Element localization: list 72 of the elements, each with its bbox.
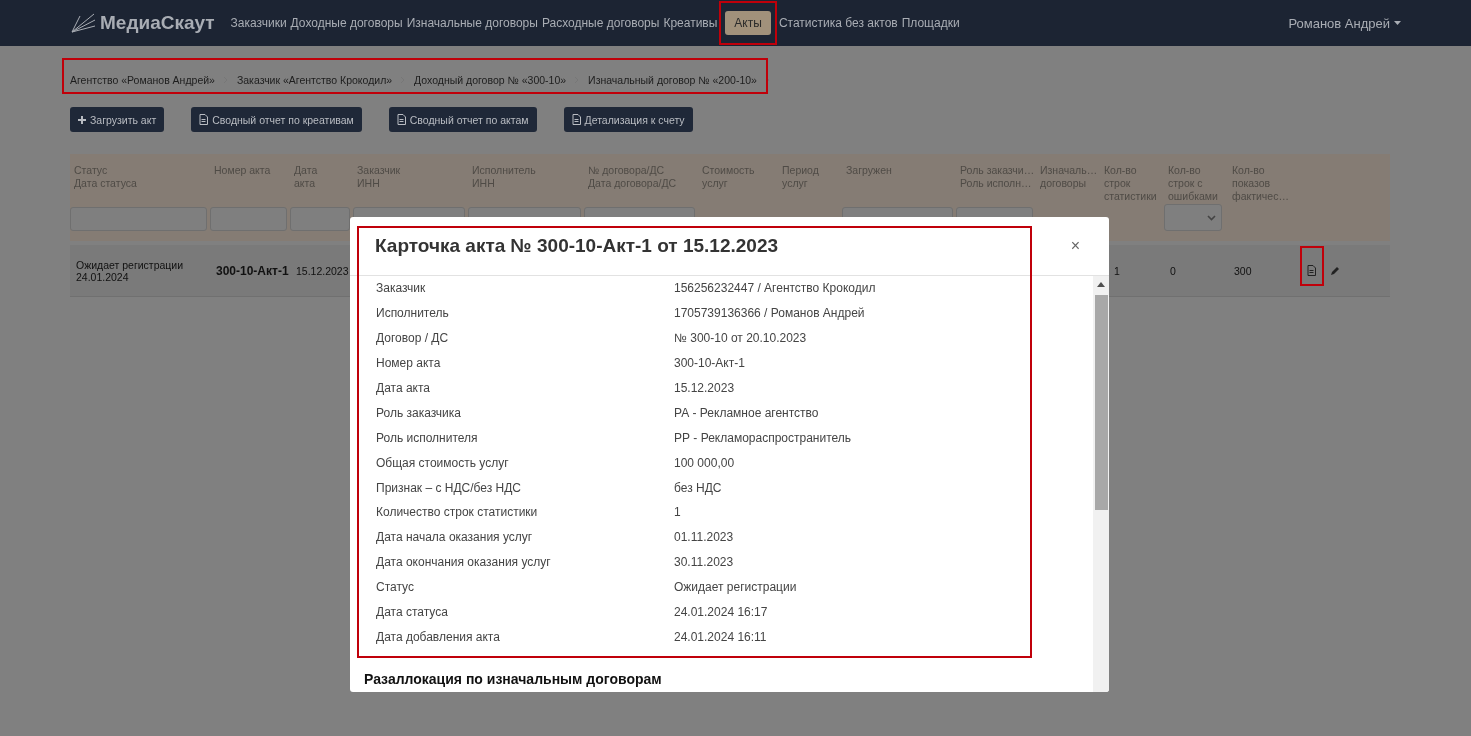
toolbar-button[interactable]: Загрузить акт <box>70 107 165 132</box>
field-value: 156256232447 / Агентство Крокодил <box>674 281 877 296</box>
caret-icon <box>1394 21 1401 25</box>
field-value: Ожидает регистрации <box>674 580 798 595</box>
field-value: РА - Рекламное агентство <box>674 405 820 420</box>
nav-link[interactable]: Расходные договоры <box>539 11 662 35</box>
field-label: Заказчик <box>376 281 427 296</box>
table-cell-text: 300-10-Акт-1 <box>215 264 290 277</box>
field-value: 1705739136366 / Романов Андрей <box>674 306 866 321</box>
status-cell-text: Ожидает регистрации 24.01.2024 <box>75 258 185 283</box>
nav-link[interactable]: Статистика без актов <box>776 11 900 35</box>
field-value: № 300-10 от 20.10.2023 <box>674 331 808 346</box>
section-heading: Разаллокация по изначальным договорам <box>364 671 663 688</box>
plus-icon <box>78 115 86 124</box>
highlight-frame <box>1300 246 1324 286</box>
field-label: Дата начала оказания услуг <box>376 530 534 545</box>
scroll-up-icon <box>1097 282 1105 287</box>
table-cell-text: 15.12.2023 <box>295 264 350 277</box>
chevron-down-icon <box>1207 214 1216 221</box>
logo-text: МедиаСкаут <box>100 12 215 34</box>
field-label: Роль заказчика <box>376 405 462 420</box>
breadcrumb-link[interactable]: Изначальный договор № «200-10» <box>588 74 757 86</box>
breadcrumb-link[interactable]: Агентство «Романов Андрей» <box>70 74 215 86</box>
filter-field[interactable] <box>290 207 350 231</box>
field-value: 1 <box>674 505 682 520</box>
logo-icon <box>70 12 96 34</box>
field-label: Номер акта <box>376 356 442 371</box>
nav-link[interactable]: Акты <box>725 11 771 35</box>
scrollbar[interactable] <box>1093 276 1109 692</box>
field-value: 100 000,00 <box>674 455 736 470</box>
file-icon <box>571 114 581 125</box>
field-label: Исполнитель <box>376 306 450 321</box>
toolbar-button[interactable]: Сводный отчет по креативам <box>191 107 362 132</box>
nav-link[interactable]: Изначальные договоры <box>404 11 540 35</box>
field-value: 300-10-Акт-1 <box>674 356 746 371</box>
pencil-icon[interactable] <box>1330 265 1340 276</box>
document-icon[interactable] <box>1307 265 1316 276</box>
field-label: Общая стоимость услуг <box>376 455 510 470</box>
breadcrumb-link[interactable]: Доходный договор № «300-10» <box>414 74 567 86</box>
toolbar-button[interactable]: Сводный отчет по актам <box>388 107 537 132</box>
field-label: Признак – с НДС/без НДС <box>376 480 522 495</box>
field-value: РР - Рекламораспространитель <box>674 430 853 445</box>
field-label: Роль исполнителя <box>376 430 479 445</box>
highlight-frame <box>719 1 777 45</box>
field-label: Количество строк статистики <box>376 505 539 520</box>
field-value: 24.01.2024 16:17 <box>674 605 769 619</box>
field-label: Дата акта <box>376 381 431 395</box>
nav-link[interactable]: Заказчики <box>228 11 289 35</box>
table-cell-text: 1 <box>1113 264 1121 277</box>
field-label: Статус <box>376 580 415 595</box>
table-cell-text: 0 <box>1169 264 1177 277</box>
nav-link[interactable]: Площадки <box>899 11 962 35</box>
field-value: 30.11.2023 <box>674 555 735 570</box>
field-value: 01.11.2023 <box>674 530 735 545</box>
file-icon <box>396 114 406 125</box>
field-label: Дата окончания оказания услуг <box>376 555 552 570</box>
toolbar-button[interactable]: Детализация к счету <box>563 107 693 132</box>
close-button[interactable]: × <box>1066 237 1084 255</box>
field-label: Дата статуса <box>376 605 449 619</box>
nav-link[interactable]: Креативы <box>661 11 720 35</box>
user-menu[interactable]: Романов Андрей <box>1288 15 1401 31</box>
breadcrumb-link[interactable]: Заказчик «Агентство Крокодил» <box>236 74 393 86</box>
nav-link[interactable]: Доходные договоры <box>288 11 405 35</box>
field-label: Договор / ДС <box>376 331 450 346</box>
field-value: 24.01.2024 16:11 <box>674 629 768 644</box>
dialog-title: Карточка акта № 300-10-Акт-1 от 15.12.2023 <box>375 235 779 257</box>
table-cell-text: 300 <box>1233 264 1253 277</box>
file-icon <box>199 114 209 125</box>
field-label: Дата добавления акта <box>376 629 501 644</box>
filter-select[interactable] <box>1164 204 1222 231</box>
field-value: 15.12.2023 <box>674 381 736 395</box>
field-value: без НДС <box>674 480 723 495</box>
